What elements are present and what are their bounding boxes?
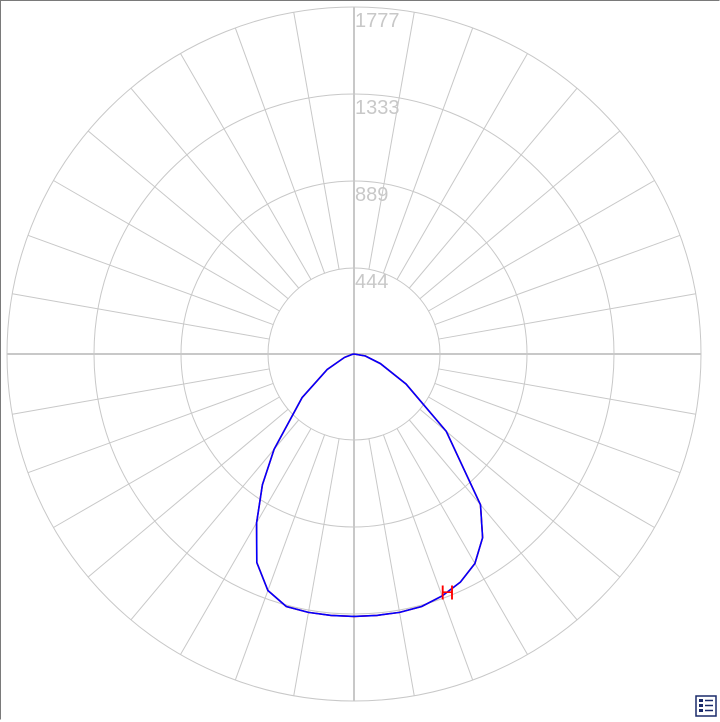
grid-spoke xyxy=(438,293,696,340)
grid-spoke xyxy=(428,180,655,312)
grid-spoke xyxy=(234,434,326,681)
grid-spoke xyxy=(12,293,270,340)
series-label: H xyxy=(440,583,454,605)
grid-spoke xyxy=(27,234,274,326)
grid-spoke xyxy=(293,12,340,270)
radial-tick-label: 444 xyxy=(355,271,388,293)
grid-spoke xyxy=(438,368,696,415)
grid-spoke xyxy=(53,396,280,528)
grid-spoke xyxy=(368,438,415,696)
grid-spoke xyxy=(368,12,415,270)
intensity-curve xyxy=(255,353,484,618)
document-list-icon xyxy=(695,695,717,717)
grid-spoke xyxy=(434,234,681,326)
radial-tick-label: 1777 xyxy=(355,10,400,32)
polar-intensity-chart: 444 889 1333 1777 H xyxy=(6,6,702,702)
grid-spoke xyxy=(234,27,326,274)
radial-tick-label: 1333 xyxy=(355,97,400,119)
grid-spoke xyxy=(293,438,340,696)
grid-spoke xyxy=(434,382,681,474)
grid-spoke xyxy=(396,53,528,280)
radial-tick-labels: 444 889 1333 1777 xyxy=(355,10,400,293)
grid-spoke xyxy=(396,428,528,655)
document-list-button[interactable] xyxy=(695,695,717,717)
grid-spoke xyxy=(12,368,270,415)
series-labels: H xyxy=(440,583,454,605)
grid-spoke xyxy=(180,428,312,655)
grid-spoke xyxy=(27,382,274,474)
intensity-curve xyxy=(255,353,484,618)
grid-spoke xyxy=(428,396,655,528)
radial-tick-label: 889 xyxy=(355,184,388,206)
grid-spoke xyxy=(180,53,312,280)
polar-chart-window: 444 889 1333 1777 H xyxy=(0,0,720,720)
grid-spoke xyxy=(53,180,280,312)
grid-spoke xyxy=(382,434,474,681)
intensity-curves xyxy=(255,353,484,618)
grid-spoke xyxy=(382,27,474,274)
